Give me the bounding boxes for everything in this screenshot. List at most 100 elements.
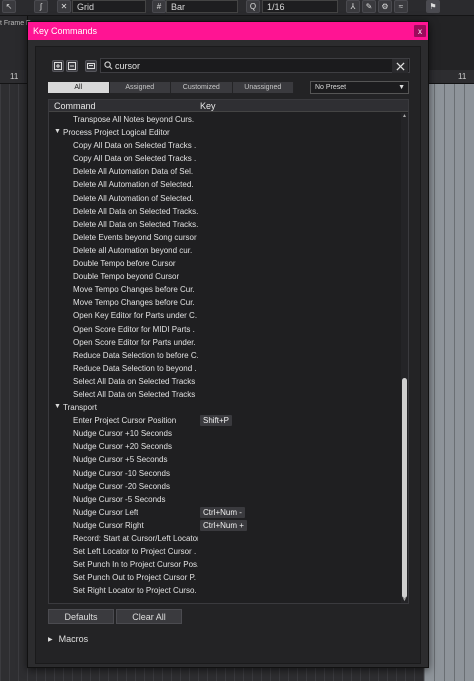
command-row[interactable]: Nudge Cursor +10 Seconds	[49, 427, 401, 440]
command-row[interactable]: Copy All Data on Selected Tracks .	[49, 139, 401, 152]
close-button[interactable]: x	[414, 25, 426, 37]
command-row[interactable]: Nudge Cursor -5 Seconds	[49, 493, 401, 506]
command-row[interactable]: Delete All Data on Selected Tracks.	[49, 205, 401, 218]
clear-all-button[interactable]: Clear All	[116, 609, 182, 624]
command-row[interactable]: Nudge Cursor +5 Seconds	[49, 453, 401, 466]
column-header-key[interactable]: Key	[200, 101, 216, 111]
command-row[interactable]: Double Tempo before Cursor	[49, 257, 401, 270]
command-row[interactable]: Delete All Automation of Selected.	[49, 178, 401, 191]
arrange-lane-event	[424, 84, 474, 681]
collapse-all-icon	[68, 62, 76, 70]
quantize-setup-icon[interactable]: ✎	[362, 0, 376, 13]
key-binding[interactable]: Shift+P	[200, 415, 233, 427]
tree-scrollbar[interactable]: ▲ ▼	[401, 113, 408, 603]
command-label: Nudge Cursor +10 Seconds	[73, 429, 172, 439]
quantize-icon[interactable]: Q	[246, 0, 260, 13]
command-label: Delete all Automation beyond cur.	[73, 245, 193, 255]
preset-select[interactable]: No Preset ▼	[310, 81, 409, 94]
command-row[interactable]: Delete All Automation of Selected.	[49, 192, 401, 205]
command-row[interactable]: Set Right Locator to Project Curso.	[49, 584, 401, 597]
bar-select[interactable]: Bar	[166, 0, 238, 13]
command-row[interactable]: Set Left Locator to Project Cursor .	[49, 545, 401, 558]
dialog-titlebar[interactable]: Key Commands x	[28, 22, 428, 40]
command-label: Reduce Data Selection to beyond .	[73, 363, 197, 373]
command-row[interactable]: Nudge Cursor Left Ctrl+Num -	[49, 506, 401, 519]
command-label: Delete All Data on Selected Tracks.	[73, 219, 198, 229]
key-binding[interactable]: Ctrl+Num +	[200, 519, 247, 531]
pointer-tool-icon[interactable]: ↖	[2, 0, 16, 13]
scroll-up-icon[interactable]: ▲	[401, 113, 408, 119]
tab-unassigned[interactable]: Unassigned	[232, 82, 294, 93]
commands-tree: Command Key Transpose All Notes beyond C…	[48, 99, 409, 604]
grid-icon[interactable]: #	[152, 0, 166, 13]
scroll-down-icon[interactable]: ▼	[401, 597, 408, 603]
quantize-select[interactable]: 1/16	[262, 0, 338, 13]
command-row[interactable]: Open Key Editor for Parts under C.	[49, 309, 401, 322]
command-label: Nudge Cursor -5 Seconds	[73, 494, 166, 504]
bar-value: Bar	[171, 1, 186, 12]
command-row[interactable]: Enter Project Cursor Position Shift+P	[49, 414, 401, 427]
macros-section-toggle[interactable]: ▶ Macros	[48, 632, 88, 646]
dialog-title: Key Commands	[33, 26, 98, 36]
quantize-swing-icon[interactable]: ≈	[394, 0, 408, 13]
command-row[interactable]: Nudge Cursor +20 Seconds	[49, 440, 401, 453]
flag-icon[interactable]: ⚑	[426, 0, 440, 13]
expand-all-button[interactable]	[52, 60, 64, 72]
command-label: Delete All Automation of Selected.	[73, 180, 194, 190]
command-row[interactable]: Open Score Editor for Parts under.	[49, 336, 401, 349]
key-settings-button[interactable]	[85, 60, 97, 72]
clear-search-button[interactable]	[392, 59, 408, 73]
command-row[interactable]: Set Punch Out to Project Cursor P.	[49, 571, 401, 584]
command-row[interactable]: Select All Data on Selected Tracks .	[49, 388, 401, 401]
command-row[interactable]: Delete All Data on Selected Tracks.	[49, 218, 401, 231]
scroll-thumb[interactable]	[402, 378, 407, 598]
category-label: Transport	[63, 403, 97, 413]
command-row[interactable]: Transpose All Notes beyond Curs.	[49, 113, 401, 126]
command-row[interactable]: Nudge Cursor Right Ctrl+Num +	[49, 519, 401, 532]
curve-tool-icon[interactable]: ∫	[34, 0, 48, 13]
category-row[interactable]: ▼ Transport	[49, 401, 401, 414]
command-row[interactable]: Set Punch In to Project Cursor Pos.	[49, 558, 401, 571]
chevron-down-icon[interactable]: ▼	[54, 403, 61, 410]
command-row[interactable]: Move Tempo Changes before Cur.	[49, 296, 401, 309]
tab-all[interactable]: All	[48, 82, 110, 93]
tab-assigned[interactable]: Assigned	[109, 82, 171, 93]
command-row[interactable]: Reduce Data Selection to before C.	[49, 349, 401, 362]
command-row[interactable]: Nudge Cursor -20 Seconds	[49, 480, 401, 493]
collapse-all-button[interactable]	[66, 60, 78, 72]
iterative-icon[interactable]: ⚙	[378, 0, 392, 13]
command-row[interactable]: Reduce Data Selection to beyond .	[49, 362, 401, 375]
command-row[interactable]: Open Score Editor for MIDI Parts .	[49, 323, 401, 336]
command-label: Open Key Editor for Parts under C.	[73, 311, 198, 321]
command-row[interactable]: Record: Start at Cursor/Left Locator	[49, 532, 401, 545]
command-row[interactable]: Delete All Automation Data of Sel.	[49, 165, 401, 178]
command-row[interactable]: Nudge Cursor -10 Seconds	[49, 467, 401, 480]
command-label: Delete All Automation of Selected.	[73, 193, 194, 203]
key-binding[interactable]: Ctrl+Num -	[200, 506, 245, 518]
chevron-down-icon: ▼	[398, 84, 405, 91]
command-row[interactable]: Delete all Automation beyond cur.	[49, 244, 401, 257]
tab-customized[interactable]: Customized	[171, 82, 233, 93]
command-label: Enter Project Cursor Position	[73, 416, 177, 426]
command-row[interactable]: Delete Events beyond Song cursor	[49, 231, 401, 244]
preset-value: No Preset	[315, 84, 347, 91]
key-commands-dialog: Key Commands x All Assigned Customized	[27, 21, 429, 668]
column-header-command[interactable]: Command	[54, 101, 96, 111]
search-input[interactable]	[115, 59, 409, 72]
search-field[interactable]	[100, 58, 410, 73]
snap-type-select[interactable]: Grid	[72, 0, 146, 13]
command-label: Set Right Locator to Project Curso.	[73, 586, 197, 596]
chevron-down-icon[interactable]: ▼	[54, 128, 61, 135]
command-label: Reduce Data Selection to before C.	[73, 350, 198, 360]
command-row[interactable]: Move Tempo Changes before Cur.	[49, 283, 401, 296]
quantize-apply-icon[interactable]: ⅄	[346, 0, 360, 13]
command-row[interactable]: Select All Data on Selected Tracks .	[49, 375, 401, 388]
command-row[interactable]: Double Tempo beyond Cursor	[49, 270, 401, 283]
command-row[interactable]: Copy All Data on Selected Tracks .	[49, 152, 401, 165]
category-row[interactable]: ▼ Process Project Logical Editor	[49, 126, 401, 139]
command-label: Nudge Cursor -10 Seconds	[73, 468, 170, 478]
defaults-button[interactable]: Defaults	[48, 609, 114, 624]
snap-toggle-icon[interactable]: ✕	[57, 0, 71, 13]
command-label: Set Punch In to Project Cursor Pos.	[73, 560, 198, 570]
expand-all-icon	[54, 62, 62, 70]
